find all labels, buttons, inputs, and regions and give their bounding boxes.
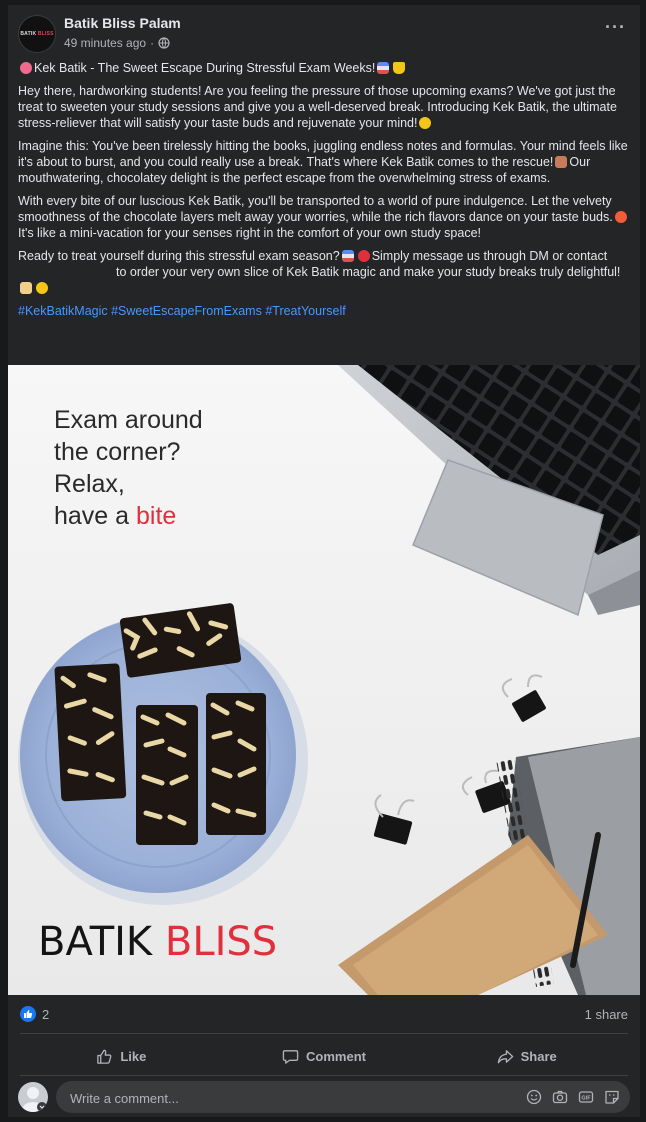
post-title-line: Kek Batik - The Sweet Escape During Stre… [18,60,630,76]
post-paragraph-1: Hey there, hardworking students! Are you… [18,84,617,130]
hashtags[interactable]: #KekBatikMagic #SweetEscapeFromExams #Tr… [18,303,630,319]
post-meta: 49 minutes ago · [64,36,170,50]
post-card: BATIK BLISS Batik Bliss Palam 49 minutes… [8,5,640,1117]
post-timestamp[interactable]: 49 minutes ago [64,36,146,50]
books-emoji-icon [377,62,390,74]
avatar-logo: BATIK BLISS [20,31,54,37]
headline-line-3: Relax, [54,470,125,498]
post-paragraph-4: Ready to treat yourself during this stre… [18,248,630,296]
page-avatar[interactable]: BATIK BLISS [18,15,56,53]
share-count[interactable]: 1 share [585,1007,628,1022]
binder-clip [373,794,415,845]
books-emoji-icon [341,250,354,262]
trophy-emoji-icon [393,62,406,74]
post-image[interactable]: Exam around the corner? Relax, have a bi… [8,365,640,995]
like-button[interactable]: Like [20,1039,223,1073]
comment-input[interactable] [68,1081,472,1115]
sparkles-emoji-icon [36,282,48,294]
sticker-icon[interactable] [604,1089,620,1105]
reactions-bar: 2 1 share [20,1005,628,1025]
post-paragraph-2: Imagine this: You've been tirelessly hit… [18,139,628,185]
heart-emoji-icon [357,250,370,262]
headline-line-2: the corner? [54,438,180,466]
sparkle-emoji-icon [419,117,432,129]
headline-line-1: Exam around [54,406,203,434]
divider [20,1075,628,1076]
comment-composer: GIF [18,1081,630,1115]
post-body: Kek Batik - The Sweet Escape During Stre… [18,60,630,326]
promo-artwork: Exam around the corner? Relax, have a bi… [18,365,640,995]
cake-plate [18,603,308,905]
headline: Exam around the corner? Relax, have a bi… [54,406,203,530]
smiling-face-emoji-icon [614,211,627,223]
divider [20,1033,628,1034]
binder-clip [501,674,546,722]
globe-icon [158,37,170,49]
svg-text:GIF: GIF [581,1096,591,1102]
post-header: BATIK BLISS Batik Bliss Palam 49 minutes… [18,13,630,53]
camera-icon[interactable] [552,1089,568,1105]
brand-logo: BATIK BLISS [38,919,277,965]
gif-icon[interactable]: GIF [578,1089,594,1105]
user-avatar[interactable] [18,1082,48,1112]
post-paragraph-3: With every bite of our luscious Kek Bati… [18,193,630,241]
reaction-count[interactable]: 2 [42,1007,49,1022]
thumbs-up-icon [97,1049,112,1064]
notebooks [338,737,640,995]
headline-line-4: have a bite [54,502,176,530]
page-name-link[interactable]: Batik Bliss Palam [64,15,181,31]
comment-box: GIF [56,1081,630,1115]
emoji-icon[interactable] [526,1089,542,1105]
cake-slice-emoji-icon [20,282,32,294]
comment-icon [282,1049,299,1064]
share-arrow-icon [497,1049,513,1063]
laptop [338,365,640,617]
cake-emoji-icon [555,156,568,168]
flower-emoji-icon [20,62,32,74]
comment-button[interactable]: Comment [223,1039,426,1073]
comment-tools: GIF [526,1089,620,1105]
more-options-button[interactable]: ··· [605,17,626,38]
action-bar: Like Comment Share [20,1039,628,1073]
share-button[interactable]: Share [425,1039,628,1073]
like-reaction-icon[interactable] [20,1006,36,1022]
